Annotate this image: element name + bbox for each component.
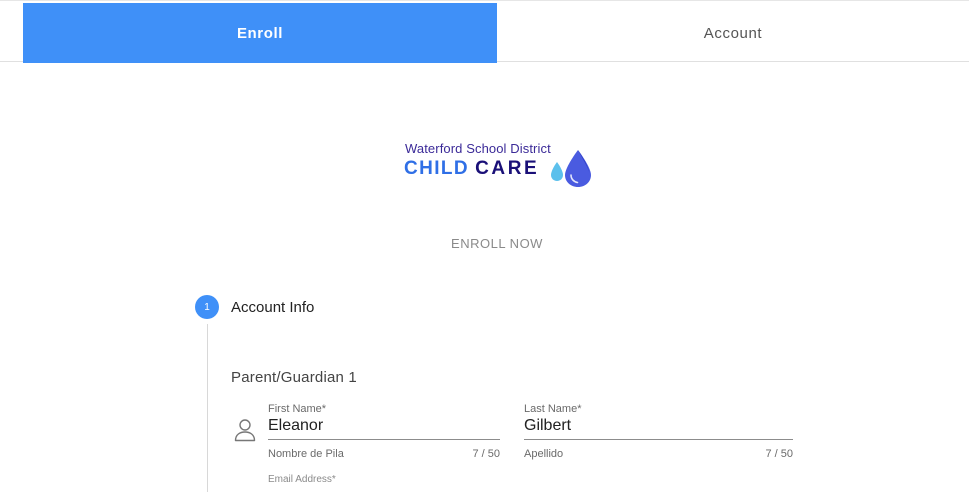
logo-wordmark: CHILD CARE [404,158,539,180]
first-name-field: First Name* Nombre de Pila 7 / 50 [268,403,500,473]
last-name-hint: Apellido [524,448,564,460]
step-number-badge: 1 [195,295,219,319]
email-address-label[interactable]: Email Address* [268,474,336,485]
last-name-underline [524,439,793,440]
tab-account[interactable]: Account [497,3,969,63]
enrollment-page: Enroll Account Waterford School District… [0,0,969,492]
last-name-label: Last Name* [524,403,582,415]
district-logo: Waterford School District CHILD CARE [404,140,594,190]
water-drop-icon [551,150,591,187]
step-connector-line [207,324,208,492]
first-name-input[interactable] [268,417,500,435]
logo-word-care: CARE [475,158,540,179]
person-icon [234,419,256,442]
tab-enroll[interactable]: Enroll [23,3,497,63]
guardian-section-title: Parent/Guardian 1 [231,369,357,386]
first-name-label: First Name* [268,403,327,415]
first-name-underline [268,439,500,440]
logo-word-child: CHILD [404,158,470,179]
enroll-now-heading: ENROLL NOW [451,236,543,251]
first-name-hint: Nombre de Pila [268,448,344,460]
top-tab-bar: Enroll Account [0,0,969,63]
logo-district-name: Waterford School District [405,141,551,156]
first-name-counter: 7 / 50 [472,448,500,460]
last-name-input[interactable] [524,417,793,435]
last-name-field: Last Name* Apellido 7 / 50 [524,403,793,473]
last-name-counter: 7 / 50 [765,448,793,460]
step-label: Account Info [231,299,315,316]
